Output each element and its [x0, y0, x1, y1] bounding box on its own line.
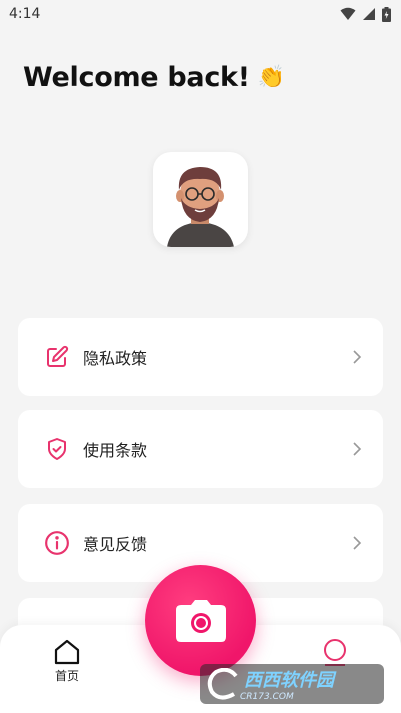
menu-item-label: 隐私政策 [83, 349, 148, 368]
chevron-right-icon [353, 350, 362, 364]
menu-item-label: 使用条款 [83, 441, 148, 460]
watermark-text: 西西软件园 [244, 670, 334, 691]
home-icon [54, 639, 80, 665]
shield-check-icon [44, 436, 70, 462]
watermark-subtext: CR173.COM [240, 692, 294, 702]
signal-icon [363, 8, 375, 20]
wifi-icon [340, 7, 356, 20]
edit-icon [44, 344, 70, 370]
watermark: 西西软件园 CR173.COM [200, 664, 384, 704]
status-time: 4:14 [9, 6, 41, 22]
info-icon [44, 530, 70, 556]
avatar-illustration [167, 167, 234, 247]
nav-home-label: 首页 [54, 669, 79, 683]
camera-icon [175, 599, 226, 642]
chevron-right-icon [353, 536, 362, 550]
status-bar: 4:14 [0, 0, 401, 28]
clapping-hands-icon: 👏 [257, 65, 285, 90]
menu-item-privacy-policy[interactable]: 隐私政策 [18, 318, 383, 396]
menu-item-label: 意见反馈 [83, 535, 148, 554]
avatar[interactable] [153, 152, 248, 247]
page-title: Welcome back! 👏 [23, 62, 285, 93]
nav-home[interactable]: 首页 [48, 639, 86, 684]
chevron-right-icon [353, 442, 362, 456]
status-icons [340, 6, 391, 22]
camera-button[interactable] [145, 565, 256, 676]
watermark-logo-icon [207, 668, 238, 700]
battery-icon [382, 6, 391, 22]
menu-item-terms-of-use[interactable]: 使用条款 [18, 410, 383, 488]
welcome-text: Welcome back! [23, 62, 250, 93]
